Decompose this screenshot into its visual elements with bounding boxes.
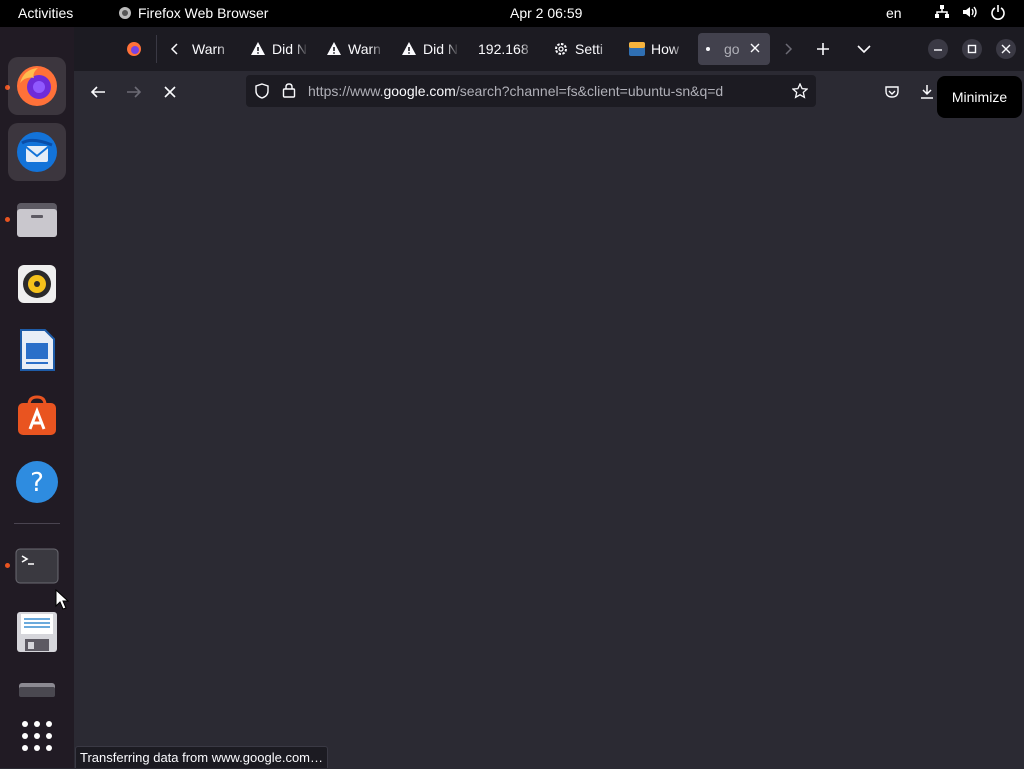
files-icon [17, 203, 57, 237]
tab-did-1[interactable]: Did N [250, 33, 308, 65]
tab-separator [156, 35, 157, 63]
url-bar[interactable]: https://www.google.com/search?channel=fs… [246, 75, 816, 107]
show-apps-grid-icon [22, 721, 52, 751]
bookmark-button[interactable] [791, 82, 809, 104]
dock-files[interactable] [8, 189, 66, 247]
minimize-button[interactable] [928, 39, 948, 59]
help-icon: ? [16, 461, 58, 503]
shield-icon [255, 83, 269, 99]
chevron-left-icon [170, 43, 178, 55]
app-menu-label: Firefox Web Browser [138, 5, 269, 21]
back-button[interactable] [85, 79, 111, 105]
dock-separator [14, 523, 60, 524]
tab-settings[interactable]: Setti [553, 33, 611, 65]
dock-terminal[interactable] [8, 537, 66, 595]
system-menu[interactable] [934, 4, 1006, 20]
tab-ip-address[interactable]: 192.168 [478, 33, 534, 65]
plus-icon [817, 43, 829, 55]
dock-help[interactable]: ? [8, 453, 66, 511]
lock-icon [282, 83, 296, 98]
volume-icon [963, 6, 977, 18]
stop-icon [164, 86, 176, 98]
foss-linux-icon [629, 42, 645, 56]
firefox-icon [17, 66, 57, 106]
dock-libreoffice-writer[interactable] [8, 321, 66, 379]
top-bar: Activities Firefox Web Browser Apr 2 06:… [0, 0, 1024, 27]
stop-loading-button[interactable] [157, 79, 183, 105]
star-icon [791, 82, 809, 99]
dock-firefox[interactable] [8, 57, 66, 115]
close-icon [1001, 44, 1011, 54]
dock: ? [0, 27, 74, 768]
minimize-tooltip: Minimize [937, 76, 1022, 118]
download-icon [921, 85, 933, 99]
warning-icon [402, 42, 416, 55]
tab-how[interactable]: How [629, 33, 685, 65]
dock-rhythmbox[interactable] [8, 255, 66, 313]
libreoffice-writer-icon [20, 329, 55, 371]
tab-strip: Warn Did N Warn Did N 192.168 Setti How … [74, 27, 1024, 71]
status-panel: Transferring data from www.google.com… [75, 746, 329, 768]
tab-google-active[interactable]: go [698, 33, 770, 65]
site-security-button[interactable] [282, 82, 296, 103]
network-icon [935, 5, 949, 18]
tab-warn-1[interactable]: Warn [192, 33, 232, 65]
clock[interactable]: Apr 2 06:59 [510, 5, 582, 21]
gear-icon [555, 43, 567, 55]
tab-scroll-left-button[interactable] [163, 37, 187, 61]
forward-button[interactable] [121, 79, 147, 105]
power-icon [991, 5, 1005, 20]
firefox-window: Warn Did N Warn Did N 192.168 Setti How … [74, 27, 1024, 768]
tab-warn-2[interactable]: Warn [326, 33, 384, 65]
show-apps-button[interactable] [8, 707, 66, 765]
dock-save-file[interactable] [8, 603, 66, 661]
warning-icon [327, 42, 341, 55]
navigation-toolbar: https://www.google.com/search?channel=fs… [74, 71, 1024, 111]
url-path: /search?channel=fs&client=ubuntu-sn&q=d [455, 83, 724, 99]
url-prefix: https://www. [308, 83, 384, 99]
close-window-button[interactable] [996, 39, 1016, 59]
pocket-button[interactable] [879, 79, 905, 105]
rhythmbox-icon [18, 265, 56, 303]
chevron-down-icon [857, 45, 871, 54]
maximize-icon [967, 44, 977, 54]
firefox-view-icon [127, 42, 141, 56]
terminal-icon [15, 548, 59, 584]
chevron-right-icon [785, 43, 793, 55]
page-content[interactable] [74, 111, 1024, 768]
thunderbird-icon [17, 132, 57, 172]
list-all-tabs-button[interactable] [852, 37, 876, 61]
url-host: google.com [383, 83, 456, 99]
firefox-view-button[interactable] [122, 37, 146, 61]
save-file-icon [17, 612, 57, 652]
arrow-left-icon [90, 86, 105, 98]
arrow-right-icon [127, 86, 142, 98]
maximize-button[interactable] [962, 39, 982, 59]
activities-button[interactable]: Activities [18, 5, 73, 21]
dock-thunderbird[interactable] [8, 123, 66, 181]
warning-icon [251, 42, 265, 55]
tab-did-2[interactable]: Did N [401, 33, 459, 65]
tab-scroll-right-button[interactable] [776, 37, 800, 61]
minimize-icon [934, 49, 942, 51]
dock-app-center[interactable] [8, 387, 66, 445]
close-icon [750, 43, 760, 53]
app-menu[interactable]: Firefox Web Browser [118, 5, 268, 21]
tab-label: go [724, 41, 740, 57]
new-tab-button[interactable] [811, 37, 835, 61]
mouse-pointer-icon [55, 589, 69, 610]
keyboard-language[interactable]: en [886, 5, 902, 21]
pocket-icon [885, 86, 899, 98]
firefox-small-icon [119, 7, 131, 19]
svg-text:?: ? [30, 468, 44, 498]
tab-close-button[interactable] [748, 41, 762, 55]
url-text[interactable]: https://www.google.com/search?channel=fs… [308, 83, 782, 99]
loading-dot-icon [706, 47, 710, 51]
tracking-protection-button[interactable] [254, 83, 270, 104]
app-center-icon [18, 395, 56, 435]
